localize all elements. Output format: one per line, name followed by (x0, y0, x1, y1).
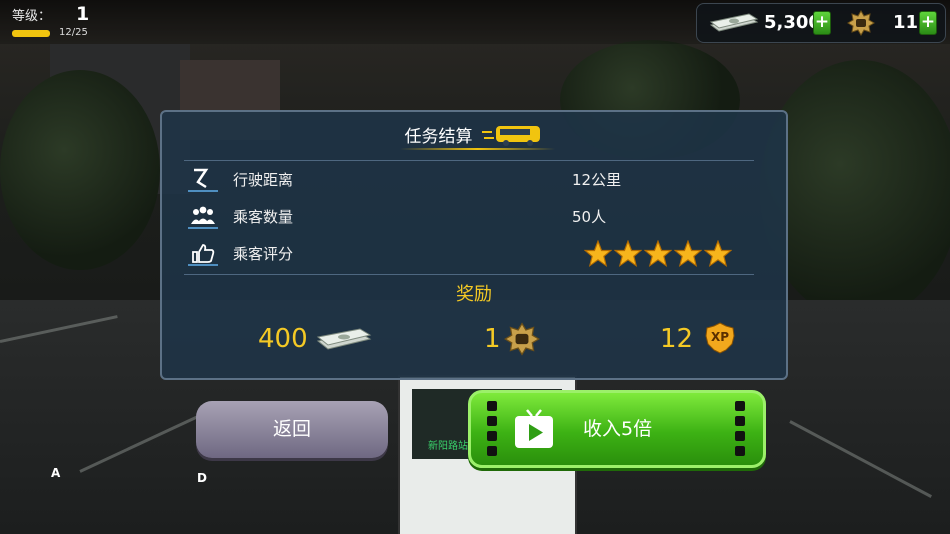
add-cash-button[interactable]: + (813, 11, 831, 35)
xp-icon-label: XP (710, 330, 730, 344)
title-underline (400, 148, 555, 150)
level-number: 1 (76, 3, 90, 25)
star-icon (674, 240, 702, 268)
level-label: 等级： (12, 9, 52, 24)
film-strip-right (735, 401, 747, 457)
reward-cash-amount: 400 (258, 324, 308, 354)
rating-stars (584, 240, 734, 272)
star-icon (584, 240, 612, 268)
panel-title: 任务结算 (404, 127, 473, 147)
divider (184, 160, 754, 161)
thumbs-up-icon (188, 241, 218, 271)
distance-value: 12公里 (572, 171, 622, 189)
star-icon (644, 240, 672, 268)
mission-result-panel: 任务结算 行驶距离 12公里 乘客数量 50人 乘客评分 奖励 400 1 12… (160, 110, 788, 380)
top-bar: 等级： 1 12/25 5,300 + 11 + (0, 0, 950, 44)
star-icon (704, 240, 732, 268)
video-ad-icon (513, 408, 555, 454)
reward-badge-amount: 1 (484, 324, 501, 354)
add-badge-button[interactable]: + (919, 11, 937, 35)
xp-progress-bar (12, 30, 50, 37)
passengers-icon (188, 204, 218, 234)
badge-icon (504, 322, 540, 360)
marker-a: A (51, 466, 61, 480)
currency-panel: 5,300 + 11 + (696, 3, 946, 43)
tree (760, 60, 950, 320)
xp-progress-text: 12/25 (59, 27, 88, 38)
tree (0, 70, 160, 270)
five-times-label: 收入5倍 (583, 418, 653, 440)
reward-title: 奖励 (456, 284, 492, 305)
cash-icon (709, 13, 759, 37)
back-button[interactable]: 返回 (196, 401, 388, 458)
passenger-count-value: 50人 (572, 208, 607, 226)
bus-sign: 新阳路站 (428, 441, 468, 452)
passenger-count-label: 乘客数量 (233, 208, 294, 226)
cash-icon (316, 327, 372, 355)
divider (184, 274, 754, 275)
passenger-rating-label: 乘客评分 (233, 245, 294, 263)
badge-icon (847, 10, 875, 40)
reward-xp-amount: 12 (660, 324, 694, 354)
film-strip-left (487, 401, 499, 457)
distance-label: 行驶距离 (233, 171, 294, 189)
five-times-reward-button[interactable]: 收入5倍 (468, 390, 766, 468)
route-icon (188, 167, 218, 197)
xp-icon: XP (704, 322, 736, 354)
marker-d: D (197, 471, 207, 485)
badge-amount: 11 (893, 12, 919, 33)
star-icon (614, 240, 642, 268)
